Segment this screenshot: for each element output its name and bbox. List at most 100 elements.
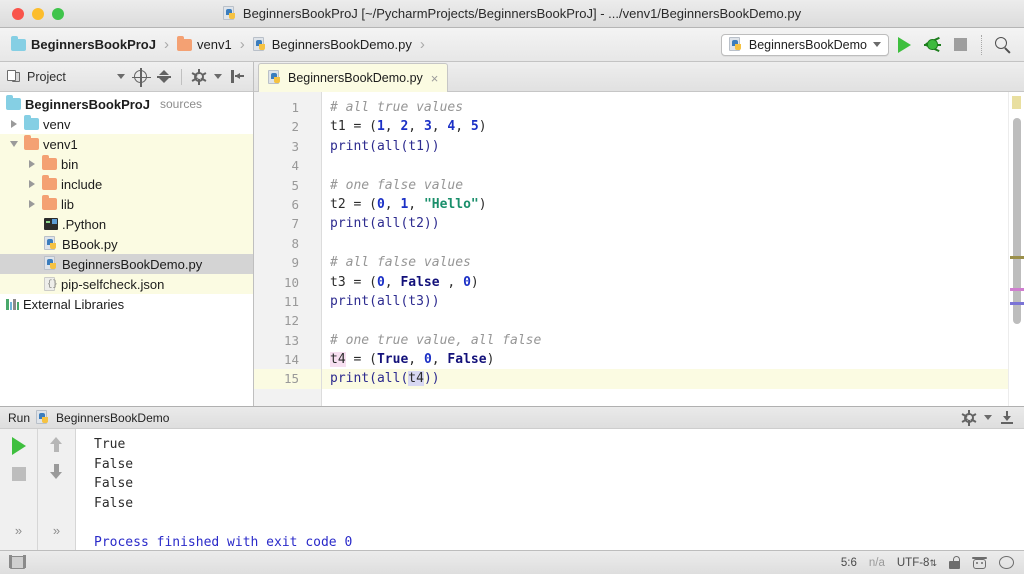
tree-item-beginnersbookdemo-py[interactable]: BeginnersBookDemo.py: [0, 254, 253, 274]
face-icon[interactable]: [972, 556, 987, 570]
magnifier-icon: [995, 36, 1011, 53]
tab-beginnersbookdemo-py[interactable]: BeginnersBookDemo.py ×: [258, 63, 449, 92]
code-line-14[interactable]: t4 = (True, 0, False): [330, 350, 1008, 369]
stop-process-button[interactable]: [11, 467, 26, 481]
run-config-name: BeginnersBookDemo: [56, 410, 170, 425]
blue-folder-icon: [24, 115, 39, 130]
line-number: 6: [291, 196, 299, 212]
window-layout-icon[interactable]: [9, 555, 26, 569]
marker-olive[interactable]: [1010, 256, 1024, 259]
run-tool-window-header: Run BeginnersBookDemo: [0, 407, 1024, 429]
code-line-12[interactable]: [330, 311, 1008, 330]
rerun-button[interactable]: [11, 437, 26, 455]
code-token: 0: [463, 274, 471, 290]
editor-scrollbar-thumb[interactable]: [1013, 118, 1021, 324]
close-button[interactable]: [12, 7, 24, 20]
encoding-label: UTF-8: [896, 556, 930, 569]
tree-item-include[interactable]: include: [0, 174, 253, 194]
hide-panel-button[interactable]: [228, 68, 246, 86]
project-tree[interactable]: BeginnersBookProJ sources venv venv1 bin…: [0, 92, 253, 406]
chevron-down-icon[interactable]: [8, 138, 20, 150]
close-icon[interactable]: ×: [431, 71, 439, 86]
scroll-from-source-button[interactable]: [131, 68, 151, 87]
code-line-6[interactable]: t2 = (0, 1, "Hello"): [330, 195, 1008, 214]
stop-button[interactable]: [947, 32, 973, 58]
code-line-11[interactable]: print(all(t3)): [330, 292, 1008, 311]
external-libraries-icon: [6, 298, 19, 311]
speech-bubble-icon[interactable]: [999, 556, 1014, 569]
collapse-all-button[interactable]: [155, 68, 173, 86]
run-settings-button[interactable]: [960, 409, 978, 427]
marker-purple[interactable]: [1010, 302, 1024, 305]
breadcrumb-file[interactable]: BeginnersBookDemo.py: [250, 35, 415, 55]
code-token: 0: [376, 196, 385, 212]
marker-pink[interactable]: [1010, 288, 1024, 291]
chevron-down-icon[interactable]: [984, 415, 992, 420]
code-line-1[interactable]: # all true values: [330, 98, 1008, 117]
tree-item-label: .Python: [62, 216, 107, 232]
line-separator[interactable]: n/a: [869, 557, 885, 569]
tree-item-label: External Libraries: [23, 296, 125, 312]
chevron-right-icon[interactable]: [26, 158, 38, 170]
chevron-right-icon[interactable]: [26, 178, 38, 190]
tree-item-pip-selfcheck-json[interactable]: {} pip-selfcheck.json: [0, 274, 253, 294]
code-content[interactable]: # all true values t1 = (1, 2, 3, 4, 5) pri…: [322, 92, 1008, 406]
lock-icon[interactable]: [949, 556, 960, 569]
orange-folder-icon: [176, 35, 192, 51]
console-output[interactable]: True False False False Process finished with…: [76, 429, 1024, 550]
debug-button[interactable]: [919, 32, 945, 58]
chevron-down-icon[interactable]: [214, 74, 222, 79]
tree-item-bin[interactable]: bin: [0, 154, 253, 174]
collapse-all-icon: [157, 70, 171, 83]
code-line-7[interactable]: print(all(t2)): [330, 214, 1008, 233]
code-line-2[interactable]: t1 = (1, 2, 3, 4, 5): [330, 117, 1008, 136]
panel-settings-button[interactable]: [190, 68, 208, 86]
tab-label: BeginnersBookDemo.py: [288, 71, 423, 85]
toolbar-divider: [181, 68, 182, 85]
search-everywhere-button[interactable]: [990, 32, 1016, 58]
code-token: 3: [423, 119, 432, 135]
code-token: t3 = (: [330, 274, 377, 290]
chevron-right-icon[interactable]: [8, 118, 20, 130]
breadcrumb-separator: ›: [419, 36, 425, 53]
expand-actions-2[interactable]: »: [53, 523, 60, 538]
minimize-button[interactable]: [32, 7, 44, 20]
breadcrumb-project[interactable]: BeginnersBookProJ: [8, 35, 159, 54]
caret-position[interactable]: 5:6: [841, 557, 857, 569]
encoding-selector[interactable]: UTF-8⇅: [897, 557, 937, 569]
chevron-down-icon[interactable]: [117, 74, 125, 79]
zoom-button[interactable]: [52, 7, 64, 20]
code-token: ,: [408, 119, 424, 135]
run-configuration-selector[interactable]: BeginnersBookDemo: [720, 33, 889, 56]
code-line-3[interactable]: print(all(t1)): [330, 137, 1008, 156]
code-line-15[interactable]: print(all(t4)): [322, 369, 1008, 389]
code-editor[interactable]: 1 2 3 4 5 6 7 8 9 10 11 12 13 14 15 # al…: [254, 92, 1024, 406]
down-the-stack-button[interactable]: [50, 464, 63, 479]
tree-item-label: venv: [43, 116, 71, 132]
line-number: 9: [291, 255, 299, 271]
editor-marker-bar[interactable]: [1008, 92, 1024, 406]
chevron-right-icon[interactable]: [26, 198, 38, 210]
breadcrumb-venv1[interactable]: venv1: [174, 35, 235, 54]
run-button[interactable]: [891, 32, 917, 58]
up-the-stack-button[interactable]: [50, 437, 63, 452]
tree-item-label: bin: [61, 156, 79, 172]
tree-item-beginnersbookproj[interactable]: BeginnersBookProJ sources: [0, 94, 253, 114]
tree-item-external-libraries[interactable]: External Libraries: [0, 294, 253, 314]
encoding-caret-icon: ⇅: [929, 557, 937, 568]
tree-item-dot-python[interactable]: .Python: [0, 214, 253, 234]
code-line-5[interactable]: # one false value: [330, 176, 1008, 195]
expand-actions-1[interactable]: »: [15, 523, 22, 538]
export-output-button[interactable]: [998, 409, 1016, 427]
code-token: ): [478, 119, 487, 135]
code-line-13[interactable]: # one true value, all false: [330, 331, 1008, 350]
tree-item-lib[interactable]: lib: [0, 194, 253, 214]
code-line-8[interactable]: [330, 234, 1008, 253]
code-line-9[interactable]: # all false values: [330, 253, 1008, 272]
tree-item-venv[interactable]: venv: [0, 114, 253, 134]
run-configuration-label: BeginnersBookDemo: [748, 37, 867, 52]
tree-item-venv1[interactable]: venv1: [0, 134, 253, 154]
tree-item-bbook-py[interactable]: BBook.py: [0, 234, 253, 254]
code-line-10[interactable]: t3 = (0, False , 0): [330, 273, 1008, 292]
code-line-4[interactable]: [330, 156, 1008, 175]
